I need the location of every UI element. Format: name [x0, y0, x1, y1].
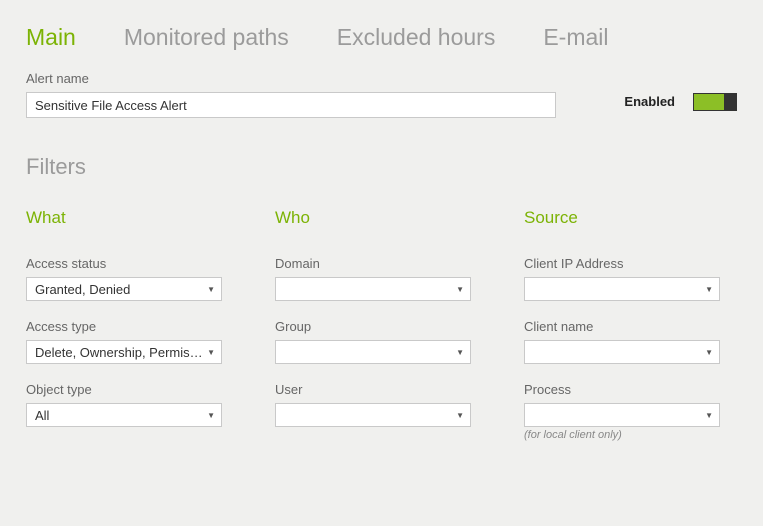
group-label: Group: [275, 319, 488, 334]
chevron-down-icon: ▼: [456, 348, 464, 357]
access-type-dropdown[interactable]: Delete, Ownership, Permissi… ▼: [26, 340, 222, 364]
chevron-down-icon: ▼: [207, 348, 215, 357]
who-column: Who Domain ▼ Group ▼ User ▼: [275, 208, 488, 459]
tab-excluded-hours[interactable]: Excluded hours: [337, 24, 496, 51]
domain-label: Domain: [275, 256, 488, 271]
alert-name-label: Alert name: [26, 71, 624, 86]
process-dropdown[interactable]: ▼: [524, 403, 720, 427]
chevron-down-icon: ▼: [456, 411, 464, 420]
source-heading: Source: [524, 208, 737, 228]
process-hint: (for local client only): [524, 429, 737, 441]
enabled-toggle[interactable]: [693, 93, 737, 111]
access-status-dropdown[interactable]: Granted, Denied ▼: [26, 277, 222, 301]
user-dropdown[interactable]: ▼: [275, 403, 471, 427]
client-name-label: Client name: [524, 319, 737, 334]
enabled-label: Enabled: [624, 94, 675, 109]
domain-dropdown[interactable]: ▼: [275, 277, 471, 301]
process-label: Process: [524, 382, 737, 397]
object-type-dropdown[interactable]: All ▼: [26, 403, 222, 427]
tab-bar: Main Monitored paths Excluded hours E-ma…: [0, 0, 763, 71]
chevron-down-icon: ▼: [705, 348, 713, 357]
filters-heading: Filters: [26, 154, 737, 180]
chevron-down-icon: ▼: [207, 411, 215, 420]
group-dropdown[interactable]: ▼: [275, 340, 471, 364]
what-heading: What: [26, 208, 239, 228]
client-ip-label: Client IP Address: [524, 256, 737, 271]
chevron-down-icon: ▼: [705, 285, 713, 294]
who-heading: Who: [275, 208, 488, 228]
user-label: User: [275, 382, 488, 397]
client-name-dropdown[interactable]: ▼: [524, 340, 720, 364]
object-type-label: Object type: [26, 382, 239, 397]
tab-monitored-paths[interactable]: Monitored paths: [124, 24, 289, 51]
chevron-down-icon: ▼: [207, 285, 215, 294]
chevron-down-icon: ▼: [705, 411, 713, 420]
alert-name-input[interactable]: [26, 92, 556, 118]
tab-email[interactable]: E-mail: [543, 24, 608, 51]
source-column: Source Client IP Address ▼ Client name ▼…: [524, 208, 737, 459]
client-ip-dropdown[interactable]: ▼: [524, 277, 720, 301]
chevron-down-icon: ▼: [456, 285, 464, 294]
what-column: What Access status Granted, Denied ▼ Acc…: [26, 208, 239, 459]
access-type-label: Access type: [26, 319, 239, 334]
access-status-label: Access status: [26, 256, 239, 271]
tab-main[interactable]: Main: [26, 24, 76, 51]
